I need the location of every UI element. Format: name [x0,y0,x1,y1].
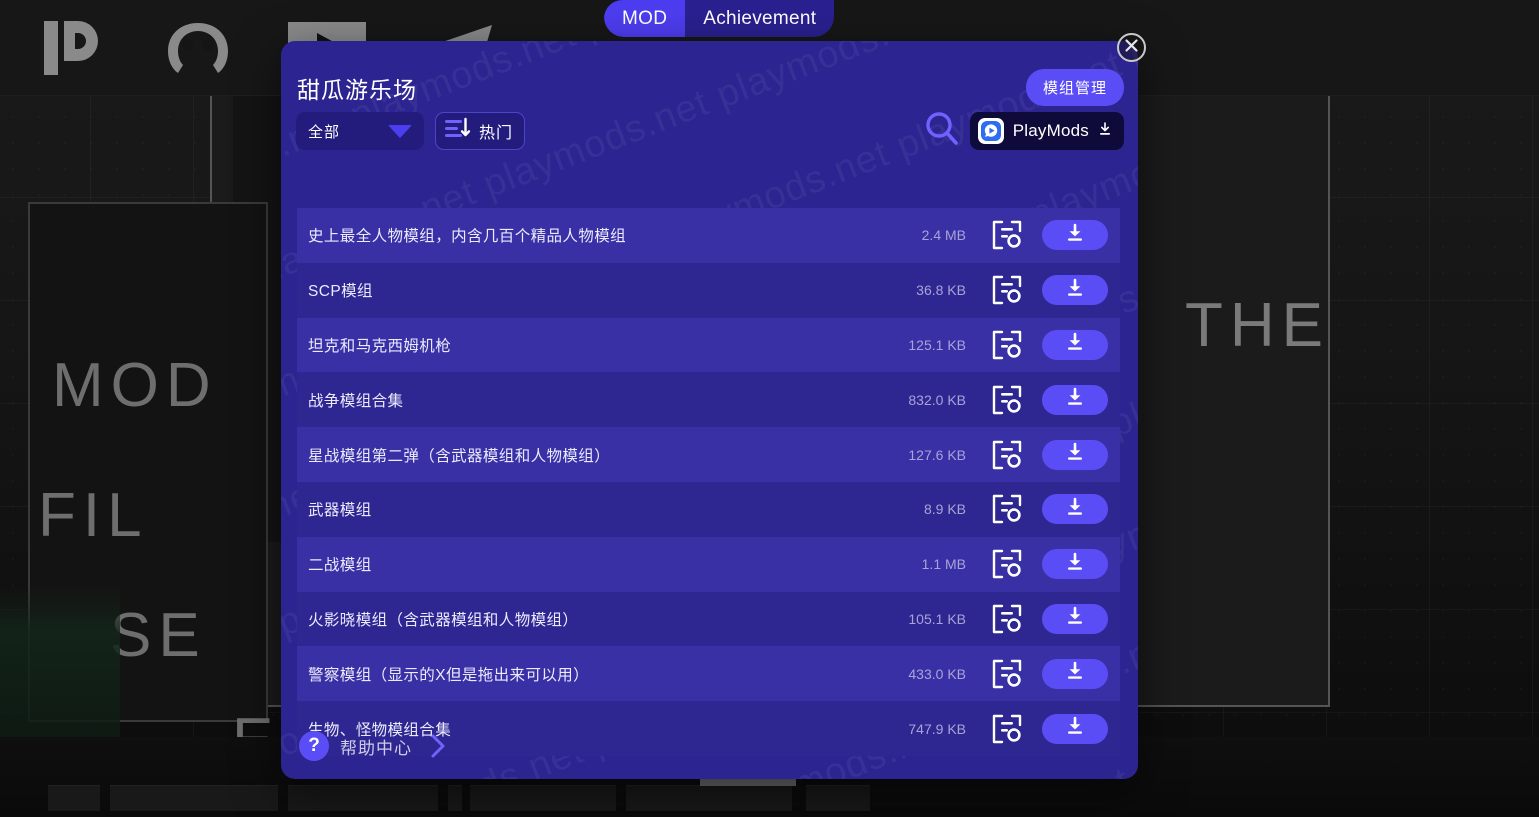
mod-file-icon[interactable] [984,658,1030,690]
mod-file-icon[interactable] [984,548,1030,580]
mod-name: 二战模组 [308,557,372,575]
tab-achievement[interactable]: Achievement [685,0,835,37]
sort-button[interactable]: 热门 [435,112,526,150]
background-word-fil: FIL [38,481,149,550]
background-foliage [0,585,120,745]
mod-name: 星战模组第二弹（含武器模组和人物模组） [308,447,611,465]
mod-list-row[interactable]: SCP模组 36.8 KB [297,262,1120,318]
mod-file-icon[interactable] [984,384,1030,416]
download-button[interactable] [1042,275,1108,306]
dialog-footer: ? 帮助中心 [281,713,1138,779]
mod-name: 火影晓模组（含武器模组和人物模组） [308,611,579,629]
patreon-icon[interactable] [40,17,112,79]
tab-mod[interactable]: MOD [604,0,686,37]
question-mark-icon[interactable]: ? [299,731,329,761]
mod-name: 坦克和马克西姆机枪 [308,337,452,355]
sort-button-label: 热门 [479,125,514,142]
mod-name: 警察模组（显示的X但是拖出来可以用） [308,666,590,684]
mod-list-row[interactable]: 战争模组合集 832.0 KB [297,372,1120,428]
ground-block [806,785,870,811]
download-button[interactable] [1042,549,1108,580]
mod-list-row[interactable]: 武器模组 8.9 KB [297,481,1120,537]
filter-toolbar: 全部 热门 [296,112,526,150]
download-icon [1064,552,1086,577]
discord-icon[interactable] [160,19,236,77]
ground-block [448,785,462,811]
category-select-value: 全部 [308,123,341,141]
download-button[interactable] [1042,384,1108,415]
mod-browser-dialog: playmods.net playmods.net playmods.net p… [281,41,1138,779]
download-button[interactable] [1042,439,1108,470]
download-icon [1064,661,1086,686]
mod-size: 36.8 KB [916,282,966,299]
sort-descending-icon [444,117,471,145]
chevron-down-icon [388,124,412,138]
mod-size: 1.1 MB [921,556,966,573]
header-actions: PlayMods [920,109,1124,153]
download-button[interactable] [1042,220,1108,251]
close-icon [1123,37,1140,59]
mod-list-row[interactable]: 史上最全人物模组，内含几百个精品人物模组 2.4 MB [297,208,1120,263]
mod-size: 105.1 KB [908,610,966,627]
download-icon [1064,387,1086,412]
help-center-label[interactable]: 帮助中心 [340,734,412,759]
ground-block [288,785,438,811]
download-button[interactable] [1042,329,1108,360]
mod-list-row[interactable]: 火影晓模组（含武器模组和人物模组） 105.1 KB [297,591,1120,647]
download-button[interactable] [1042,603,1108,634]
mod-file-icon[interactable] [984,274,1030,306]
mod-name: 史上最全人物模组，内含几百个精品人物模组 [308,228,627,246]
background-word-the: THE [1185,291,1330,360]
mod-list-row[interactable]: 二战模组 1.1 MB [297,536,1120,592]
mod-list-row[interactable]: 坦克和马克西姆机枪 125.1 KB [297,317,1120,373]
mod-size: 2.4 MB [921,227,966,244]
mod-size: 8.9 KB [923,501,966,518]
download-icon [1064,497,1086,522]
ground-block [48,785,100,811]
background-word-mod: MOD [52,351,218,420]
search-button[interactable] [920,109,964,153]
dialog-header: 甜瓜游乐场 模组管理 全部 热门 PlayMods [281,41,1138,168]
mod-size: 433.0 KB [908,665,966,682]
category-select[interactable]: 全部 [296,112,424,150]
mod-list[interactable]: 史上最全人物模组，内含几百个精品人物模组 2.4 MB SCP模组 36.8 KB 坦克… [297,208,1120,756]
playmods-label: PlayMods [1012,121,1089,140]
close-dialog-button[interactable] [1117,33,1146,62]
download-button[interactable] [1042,494,1108,525]
download-icon [1064,606,1086,631]
background-word-se: SE [110,601,207,670]
chevron-right-icon[interactable] [429,733,447,759]
mod-size: 127.6 KB [908,446,966,463]
mod-management-button[interactable]: 模组管理 [1025,69,1124,106]
ground-block [110,785,278,811]
mod-size: 832.0 KB [908,391,966,408]
dialog-title: 甜瓜游乐场 [297,77,417,103]
playmods-logo-icon [977,118,1004,144]
mod-name: SCP模组 [308,283,373,301]
download-icon [1064,442,1086,467]
mod-file-icon[interactable] [984,219,1030,251]
ground-block [626,785,792,811]
download-icon [1064,223,1086,248]
download-icon [1064,278,1086,303]
mod-file-icon[interactable] [984,439,1030,471]
ground-block [470,785,616,811]
mod-file-icon[interactable] [984,329,1030,361]
mod-list-row[interactable]: 星战模组第二弹（含武器模组和人物模组） 127.6 KB [297,427,1120,482]
mode-tabs[interactable]: MOD Achievement [604,0,835,37]
mod-file-icon[interactable] [984,493,1030,525]
download-icon [1064,332,1086,357]
mod-name: 武器模组 [308,502,372,520]
search-icon [923,110,961,153]
mod-list-row[interactable]: 警察模组（显示的X但是拖出来可以用） 433.0 KB [297,646,1120,702]
download-icon [1098,121,1112,141]
mod-file-icon[interactable] [984,603,1030,635]
playmods-app-button[interactable]: PlayMods [969,112,1124,150]
mod-name: 战争模组合集 [308,392,404,410]
download-button[interactable] [1042,658,1108,689]
mod-size: 125.1 KB [908,336,966,353]
